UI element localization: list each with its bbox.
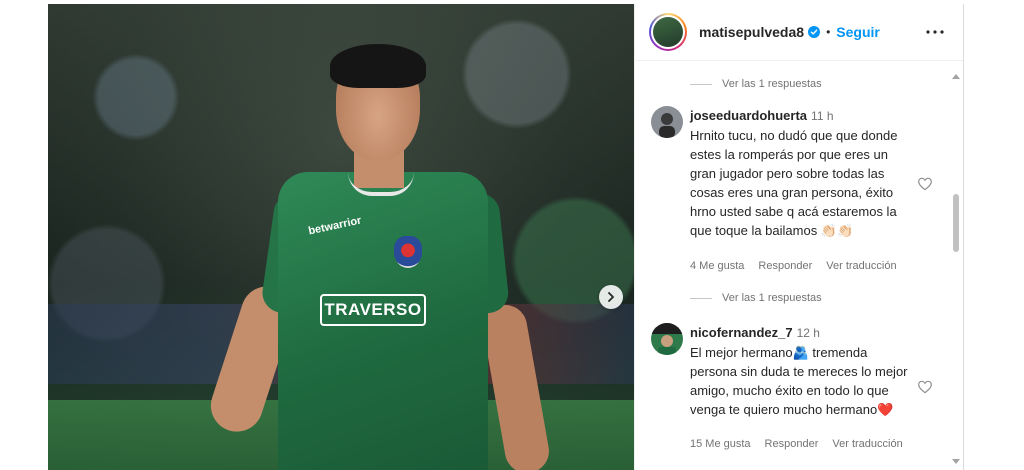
- club-crest: [394, 236, 422, 268]
- comment-time[interactable]: 11 h: [811, 109, 833, 123]
- likes-count[interactable]: 15 Me gusta: [690, 438, 751, 450]
- author-username[interactable]: matisepulveda8: [699, 24, 804, 40]
- comment-text: El mejor hermano🫂 tremenda persona sin d…: [690, 345, 908, 417]
- heart-outline-icon[interactable]: [917, 176, 933, 192]
- jersey-sponsor: TRAVERSO: [320, 294, 426, 326]
- verified-badge-icon: [808, 26, 821, 38]
- follow-button[interactable]: Seguir: [836, 24, 880, 40]
- commenter-avatar[interactable]: [651, 323, 683, 355]
- comment-time[interactable]: 12 h: [797, 326, 820, 340]
- reply-button[interactable]: Responder: [765, 438, 819, 450]
- scroll-down-arrow[interactable]: [952, 459, 960, 464]
- view-replies-button[interactable]: Ver las 1 respuestas: [690, 78, 822, 90]
- separator-dot: •: [826, 25, 831, 39]
- comment-username[interactable]: nicofernandez_7: [690, 325, 793, 340]
- player-figure: betwarrior TRAVERSO: [204, 44, 553, 470]
- post-photo: betwarrior TRAVERSO: [48, 4, 634, 470]
- translate-button[interactable]: Ver traducción: [826, 260, 896, 272]
- comment-username[interactable]: joseeduardohuerta: [690, 108, 807, 123]
- more-options-button[interactable]: [925, 22, 945, 42]
- scrollbar[interactable]: [951, 74, 961, 470]
- comments-list[interactable]: Ver las 1 respuestas joseeduardohuerta 11…: [635, 62, 963, 470]
- post-header: matisepulveda8 • Seguir: [635, 4, 963, 61]
- comment-actions: 15 Me gusta Responder Ver traducción: [690, 438, 903, 450]
- scroll-up-arrow[interactable]: [952, 74, 960, 79]
- commenter-avatar[interactable]: [651, 106, 683, 138]
- translate-button[interactable]: Ver traducción: [832, 438, 902, 450]
- scrollbar-thumb[interactable]: [953, 194, 959, 252]
- likes-count[interactable]: 4 Me gusta: [690, 260, 744, 272]
- comment-text: Hrnito tucu, no dudó que que donde estes…: [690, 128, 898, 238]
- reply-button[interactable]: Responder: [758, 260, 812, 272]
- more-options-icon: [926, 30, 944, 34]
- comments-panel: matisepulveda8 • Seguir Ver las 1 respue…: [634, 4, 964, 470]
- author-avatar[interactable]: [649, 13, 687, 51]
- chevron-right-icon: [608, 292, 614, 302]
- heart-outline-icon[interactable]: [917, 379, 933, 395]
- comment-actions: 4 Me gusta Responder Ver traducción: [690, 260, 897, 272]
- next-photo-button[interactable]: [599, 285, 623, 309]
- view-replies-button[interactable]: Ver las 1 respuestas: [690, 292, 822, 304]
